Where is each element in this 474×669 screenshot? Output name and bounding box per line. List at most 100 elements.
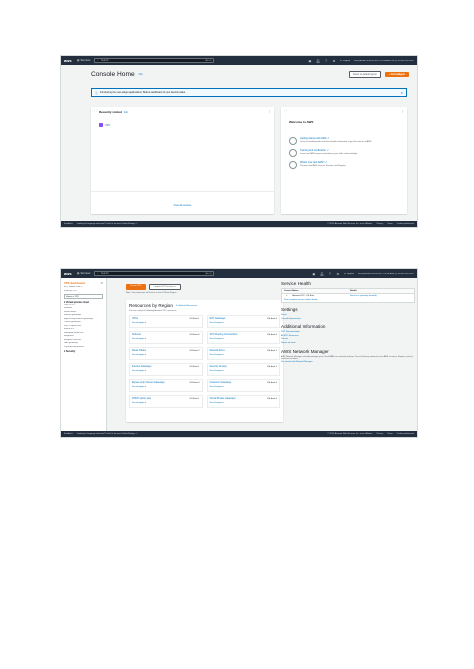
resource-name[interactable]: Subnets (132, 333, 141, 336)
account-menu[interactable]: usr@docker-STATION-PC-VPNLAND @ 6798-470… (358, 273, 414, 275)
resource-name[interactable]: VPCs (132, 317, 138, 320)
sidenav-title[interactable]: VPC dashboard (64, 281, 103, 285)
see-all-regions-link[interactable]: See all regions ▾ (132, 354, 200, 356)
copyright: © 2023, Amazon Web Services, Inc. or its… (327, 433, 373, 435)
resources-by-region-panel: Resources by Region ⟳ Refresh Resources … (126, 300, 283, 422)
see-all-regions-link[interactable]: See all regions ▾ (210, 354, 278, 356)
refresh-button[interactable]: ⟳ Refresh Resources (176, 304, 197, 307)
region-note: Note: Your Instances will launch in the … (126, 292, 177, 294)
panel-title: Resources by Region (129, 303, 173, 308)
terms-link[interactable]: Terms (387, 433, 392, 435)
privacy-link[interactable]: Privacy (377, 223, 384, 225)
bell-icon[interactable]: 🔔︎ (320, 272, 324, 276)
see-all-regions-link[interactable]: See all regions ▾ (210, 386, 278, 388)
view-all-services-link[interactable]: View all services (174, 204, 192, 207)
resource-name[interactable]: Egress-only Internet Gateways (132, 381, 165, 384)
drag-handle-icon[interactable]: ⋮⋮ (283, 109, 288, 112)
cookie-preferences-link[interactable]: Cookie preferences (397, 223, 414, 225)
status-text: Amazon EC2 - US East (292, 295, 315, 297)
details-cell[interactable]: Service is operating normally (348, 294, 414, 298)
help-icon[interactable]: ? (328, 272, 332, 276)
cloud-icon (289, 161, 297, 169)
language-note[interactable]: Looking for language selection? Find it … (77, 223, 138, 225)
see-all-regions-link[interactable]: See all regions ▾ (132, 338, 200, 340)
drag-handle-icon[interactable]: ⋮⋮ (93, 109, 98, 112)
additional-info-title: Additional Information (281, 324, 326, 330)
language-note[interactable]: Looking for language selection? Find it … (77, 433, 138, 435)
sidebar-item-peering[interactable]: Peering connections (64, 346, 103, 350)
resource-count: US East 0 (267, 397, 277, 400)
resource-cell: Egress-only Internet Gateways US East 0 Se… (129, 379, 203, 392)
recent-service-label: VPC (105, 123, 111, 127)
resource-name[interactable]: VPC Peering Connections (210, 333, 238, 336)
bell-icon[interactable]: 🔔︎ (316, 59, 320, 63)
resource-name[interactable]: Route Tables (132, 349, 146, 352)
cloudshell-icon[interactable]: ▣ (308, 59, 312, 63)
panel-subtitle: You are using the following Amazon VPC r… (129, 310, 177, 312)
cloudshell-icon[interactable]: ▣ (312, 272, 316, 276)
see-all-regions-link[interactable]: See all regions ▾ (132, 370, 200, 372)
reset-layout-button[interactable]: Reset to default layout (349, 70, 381, 78)
create-vpc-button[interactable]: Create VPC (126, 284, 146, 290)
welcome-item: Getting started with AWS ↗ Learn the fun… (289, 137, 401, 145)
whats-new-link[interactable]: What's new with AWS? ↗ (300, 161, 346, 164)
column-header: Current Status (284, 290, 299, 292)
account-menu[interactable]: usr@docker-STATION-PC-VPNLAND-SG @ 6798-… (354, 60, 414, 62)
settings-icon[interactable]: ⚙ (336, 272, 340, 276)
resource-name[interactable]: Virtual Private Gateways (210, 397, 236, 400)
training-link[interactable]: Training and certification ↗ (300, 149, 358, 152)
network-manager-link[interactable]: Get started with Network Manager (281, 361, 415, 365)
region-selector[interactable]: N. Virginia (340, 60, 350, 62)
see-all-regions-link[interactable]: See all regions ▾ (210, 338, 278, 340)
launch-ec2-button[interactable]: Launch EC2 Instances (148, 284, 181, 290)
aws-logo[interactable]: aws (64, 271, 73, 276)
info-icon: ⓘ (95, 90, 99, 95)
resource-cell: Customer Gateways US East 0 See all region… (206, 379, 280, 392)
help-icon[interactable]: ? (324, 59, 328, 63)
services-menu[interactable]: ▦ Services (77, 272, 90, 275)
privacy-link[interactable]: Privacy (377, 433, 384, 435)
see-all-regions-link[interactable]: See all regions ▾ (132, 402, 200, 404)
aws-logo[interactable]: aws (64, 58, 73, 63)
resource-name[interactable]: Customer Gateways (210, 381, 232, 384)
cookie-preferences-link[interactable]: Cookie preferences (397, 433, 414, 435)
see-all-regions-link[interactable]: See all regions ▾ (132, 322, 200, 324)
console-experiments-link[interactable]: Console Experiments (281, 318, 415, 322)
terms-link[interactable]: Terms (387, 223, 392, 225)
close-icon[interactable]: ✕ (100, 281, 103, 285)
see-all-regions-link[interactable]: See all regions ▾ (210, 370, 278, 372)
resource-name[interactable]: Internet Gateways (132, 365, 151, 368)
recent-service-item[interactable]: VPC (99, 123, 268, 127)
close-icon[interactable]: ✕ (400, 91, 403, 95)
see-all-regions-link[interactable]: See all regions ▾ (210, 322, 278, 324)
resource-count: US East 0 (267, 317, 277, 320)
more-actions-icon[interactable]: ⋮ (401, 109, 404, 113)
resource-name[interactable]: Security Groups (210, 365, 227, 368)
info-link[interactable]: Info (139, 73, 143, 76)
resource-name[interactable]: Network ACLs (210, 349, 225, 352)
see-all-regions-link[interactable]: See all regions ▾ (132, 386, 200, 388)
table-row: ✔ Amazon EC2 - US East Service is operat… (282, 294, 414, 298)
services-menu[interactable]: ▦ Services (77, 59, 90, 62)
resource-name[interactable]: NAT Gateways (210, 317, 226, 320)
search-input[interactable]: ⌕ Search [Alt+S] (94, 57, 215, 64)
info-link[interactable]: Info (124, 111, 128, 114)
see-all-regions-link[interactable]: See all regions ▾ (210, 402, 278, 404)
region-selector[interactable]: N. Virginia (344, 273, 354, 275)
resource-name[interactable]: DHCP option sets (132, 397, 151, 400)
resource-count: US East 1 (267, 349, 277, 352)
feedback-link[interactable]: Feedback (64, 223, 73, 225)
feedback-link[interactable]: Feedback (64, 433, 73, 435)
settings-icon[interactable]: ⚙ (332, 59, 336, 63)
welcome-item-desc: Discover new AWS services, features, and… (300, 164, 347, 167)
more-actions-icon[interactable]: ⋮ (268, 109, 271, 113)
getting-started-link[interactable]: Getting started with AWS ↗ (300, 137, 372, 140)
vpc-filter-select[interactable]: Select a VPC (64, 294, 103, 300)
add-widgets-button[interactable]: + Add widgets (384, 71, 409, 77)
report-issue-link[interactable]: Report an Issue (281, 342, 415, 346)
search-input[interactable]: ⌕ Search [Alt+S] (94, 270, 215, 277)
info-banner: ⓘ Introducing the new widget application… (91, 88, 407, 97)
resource-cell: Subnets US East 6 See all regions ▾ (129, 331, 203, 344)
service-health-details-link[interactable]: View complete service health details (282, 298, 414, 302)
sidenav-group-security[interactable]: ▾ Security (64, 350, 103, 353)
